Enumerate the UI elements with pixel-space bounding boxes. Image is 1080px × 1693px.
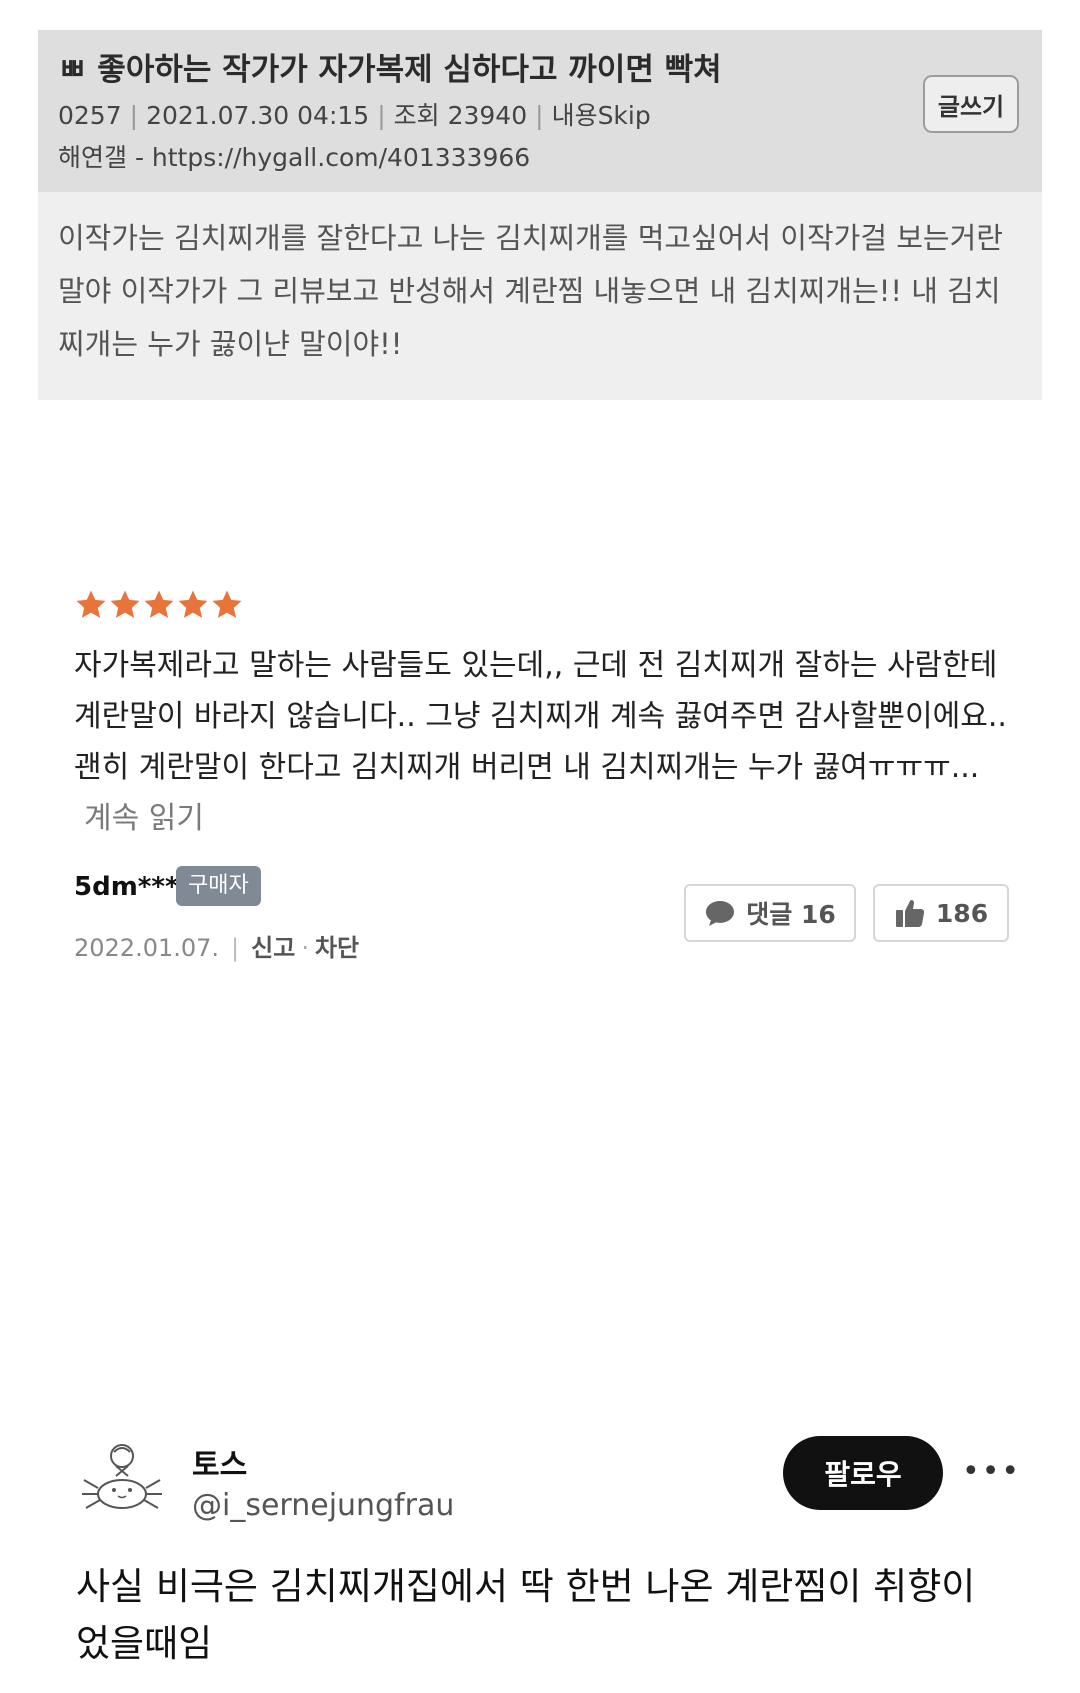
post-number: 0257 — [58, 101, 122, 130]
comment-count: 댓글 16 — [746, 900, 836, 929]
view-count: 조회 23940 — [393, 101, 528, 130]
report-link[interactable]: 신고 — [251, 934, 295, 962]
avatar[interactable] — [74, 1436, 170, 1532]
divider: | — [129, 101, 139, 130]
like-count: 186 — [935, 898, 989, 928]
review-meta: 2022.01.07. | 신고 · 차단 — [74, 928, 359, 963]
star-icon — [142, 588, 176, 622]
post-body: 이작가는 김치찌개를 잘한다고 나는 김치찌개를 먹고싶어서 이작가걸 보는거란… — [38, 192, 1042, 400]
star-icon — [176, 588, 210, 622]
read-more-link[interactable]: 계속 읽기 — [84, 801, 204, 836]
post-source: 해연갤 - https://hygall.com/401333966 — [58, 143, 531, 172]
reviewer-name: 5dm*** — [74, 872, 179, 902]
divider: | — [535, 101, 544, 130]
review-body: 자가복제라고 말하는 사람들도 있는데,, 근데 전 김치찌개 잘하는 사람한테… — [74, 648, 1007, 785]
like-button[interactable]: 186 — [873, 884, 1009, 942]
review-date: 2022.01.07. — [74, 934, 220, 962]
post-datetime: 2021.07.30 04:15 — [146, 101, 370, 130]
skip-content-link[interactable]: 내용Skip — [552, 101, 651, 130]
buyer-badge: 구매자 — [176, 866, 261, 906]
thumbs-up-icon — [894, 897, 926, 929]
star-rating — [74, 588, 244, 622]
dot-separator: · — [301, 934, 309, 962]
comment-button[interactable]: 댓글 16 — [684, 884, 856, 942]
crab-avatar-icon — [75, 1437, 169, 1531]
comment-bubble-icon — [704, 899, 736, 927]
tweet-author-name[interactable]: 토스 — [192, 1440, 247, 1484]
tweet-text: 사실 비극은 김치찌개집에서 딱 한번 나온 계란찜이 취향이었을때임 — [76, 1565, 976, 1665]
more-options-icon[interactable]: ••• — [962, 1452, 1019, 1492]
follow-button[interactable]: 팔로우 — [783, 1436, 943, 1510]
post-title: ㅃ 좋아하는 작가가 자가복제 심하다고 까이면 빡쳐 — [58, 52, 722, 88]
star-icon — [210, 588, 244, 622]
post-meta: 0257 | 2021.07.30 04:15 | 조회 23940 | 내용Skip — [58, 96, 651, 132]
block-link[interactable]: 차단 — [315, 934, 359, 962]
divider: | — [231, 934, 240, 962]
write-button[interactable]: 글쓰기 — [923, 75, 1019, 133]
tweet-author-handle[interactable]: @i_sernejungfrau — [192, 1488, 454, 1523]
divider: | — [377, 101, 386, 130]
post-header: ㅃ 좋아하는 작가가 자가복제 심하다고 까이면 빡쳐 0257 | 2021.07… — [38, 30, 1042, 192]
post-body-text: 이작가는 김치찌개를 잘한다고 나는 김치찌개를 먹고싶어서 이작가걸 보는거란… — [58, 221, 1003, 361]
review-text: 자가복제라고 말하는 사람들도 있는데,, 근데 전 김치찌개 잘하는 사람한테… — [74, 640, 1014, 844]
star-icon — [74, 588, 108, 622]
star-icon — [108, 588, 142, 622]
